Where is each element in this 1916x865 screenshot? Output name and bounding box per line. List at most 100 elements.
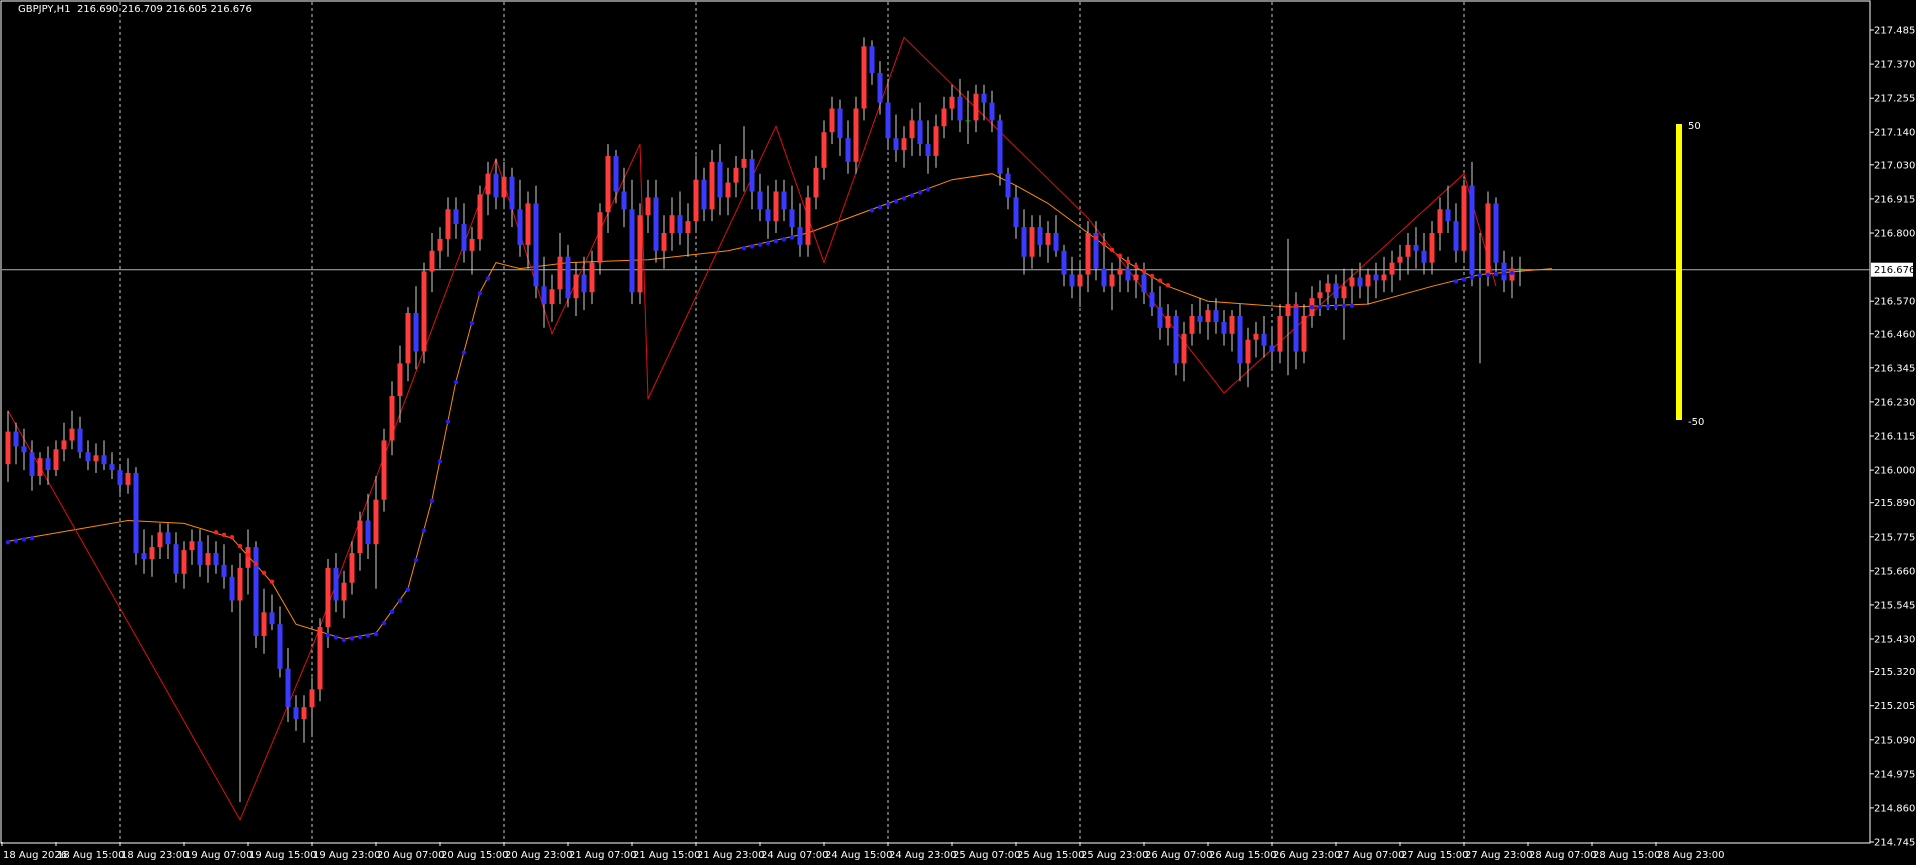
candle-body: [1013, 197, 1019, 227]
candle-body: [1317, 292, 1323, 299]
candle-body: [541, 286, 547, 305]
dot-down-marker: [1101, 241, 1107, 247]
candle-body: [933, 126, 939, 156]
candle-body: [1165, 316, 1171, 328]
candle-body: [829, 108, 835, 133]
candle-body: [13, 431, 19, 447]
candle-body: [1053, 233, 1059, 251]
price-tick-label: 216.115: [1874, 432, 1915, 443]
gauge-bottom-label: -50: [1688, 417, 1704, 428]
price-tick-label: 215.890: [1874, 498, 1915, 509]
candle-body: [1493, 203, 1499, 263]
candle-body: [1125, 268, 1131, 281]
dot-up-marker: [1485, 272, 1491, 277]
price-tick-label: 216.570: [1874, 297, 1915, 308]
strength-gauge: 50 -50: [1676, 121, 1704, 428]
candle-body: [1381, 274, 1387, 281]
candle-body: [949, 96, 955, 109]
time-tick-label: 26 Aug 07:00: [1145, 850, 1212, 861]
dot-up-marker: [373, 631, 379, 637]
price-tick-label: 215.205: [1874, 701, 1915, 712]
time-tick-label: 24 Aug 15:00: [825, 850, 892, 861]
candle-body: [341, 582, 347, 601]
candle-body: [981, 93, 987, 103]
dot-up-marker: [901, 196, 907, 201]
candle-body: [1149, 292, 1155, 308]
candle-body: [509, 176, 515, 210]
candle-body: [261, 612, 267, 636]
dot-up-marker: [893, 199, 899, 204]
candle-body: [1189, 316, 1195, 334]
dot-up-marker: [877, 205, 883, 210]
dot-up-marker: [389, 609, 395, 614]
candle-body: [1237, 316, 1243, 364]
candle-body: [453, 209, 459, 225]
candle-body: [317, 627, 323, 690]
dot-up-marker: [477, 291, 483, 296]
candle-body: [589, 262, 595, 293]
dot-up-marker: [773, 238, 779, 244]
dot-up-marker: [429, 498, 435, 503]
price-tick-label: 217.255: [1874, 94, 1915, 105]
dot-up-marker: [325, 632, 331, 638]
dot-up-marker: [1461, 277, 1467, 282]
candle-body: [1429, 233, 1435, 263]
dot-up-marker: [1453, 279, 1459, 284]
time-axis[interactable]: 18 Aug 202618 Aug 15:0018 Aug 23:0019 Au…: [1, 842, 1724, 861]
candle-body: [69, 428, 75, 441]
candle-body: [925, 144, 931, 156]
candle-body: [1173, 316, 1179, 364]
candle-body: [1117, 268, 1123, 275]
time-tick-label: 19 Aug 07:00: [185, 850, 252, 861]
candle-body: [781, 191, 787, 210]
candle-body: [77, 428, 83, 453]
time-tick-label: 27 Aug 15:00: [1401, 850, 1468, 861]
candle-body: [349, 553, 355, 583]
candle-body: [677, 215, 683, 233]
gauge-bar: [1676, 124, 1682, 420]
time-tick-label: 27 Aug 07:00: [1337, 850, 1404, 861]
candle-body: [269, 612, 275, 625]
candle-body: [813, 167, 819, 198]
candle-body: [845, 138, 851, 162]
dot-up-marker: [461, 350, 467, 355]
candle-body: [1357, 277, 1363, 287]
candle-body: [61, 440, 67, 450]
candle-body: [109, 464, 115, 471]
dot-up-marker: [909, 193, 915, 198]
candle-body: [133, 473, 139, 553]
dot-down-marker: [1141, 268, 1147, 274]
candle-body: [325, 567, 331, 628]
dot-up-marker: [1501, 271, 1507, 276]
candle-body: [29, 452, 35, 476]
candle-body: [493, 173, 499, 198]
candle-body: [429, 250, 435, 272]
candle-body: [293, 707, 299, 720]
candle-body: [461, 224, 467, 251]
candle-body: [941, 108, 947, 127]
candle-body: [1269, 345, 1275, 352]
price-tick-label: 216.000: [1874, 466, 1915, 477]
candle-body: [1293, 304, 1299, 352]
dot-down-marker: [1093, 235, 1099, 241]
candle-body: [397, 363, 403, 396]
candle-body: [173, 544, 179, 574]
dot-up-marker: [1349, 303, 1355, 308]
time-tick-label: 26 Aug 23:00: [1273, 850, 1340, 861]
candle-body: [957, 96, 963, 121]
candle-body: [189, 541, 195, 551]
candle-body: [861, 46, 867, 109]
dot-up-marker: [5, 540, 11, 545]
dot-up-marker: [421, 528, 427, 533]
candle-body: [1253, 333, 1259, 340]
price-chart[interactable]: 50 -50 217.485 217.370 217.255 217.140 217.03…: [0, 0, 1916, 865]
candle-body: [917, 120, 923, 145]
dot-up-marker: [29, 535, 35, 541]
price-axis[interactable]: 217.485 217.370 217.255 217.140 217.030 216.9…: [1870, 26, 1915, 849]
candle-body: [405, 313, 411, 364]
price-tick-label: 217.370: [1874, 60, 1915, 71]
time-tick-label: 18 Aug 23:00: [121, 850, 188, 861]
candle-body: [837, 108, 843, 139]
dot-up-marker: [341, 637, 347, 643]
dot-up-marker: [349, 636, 355, 641]
